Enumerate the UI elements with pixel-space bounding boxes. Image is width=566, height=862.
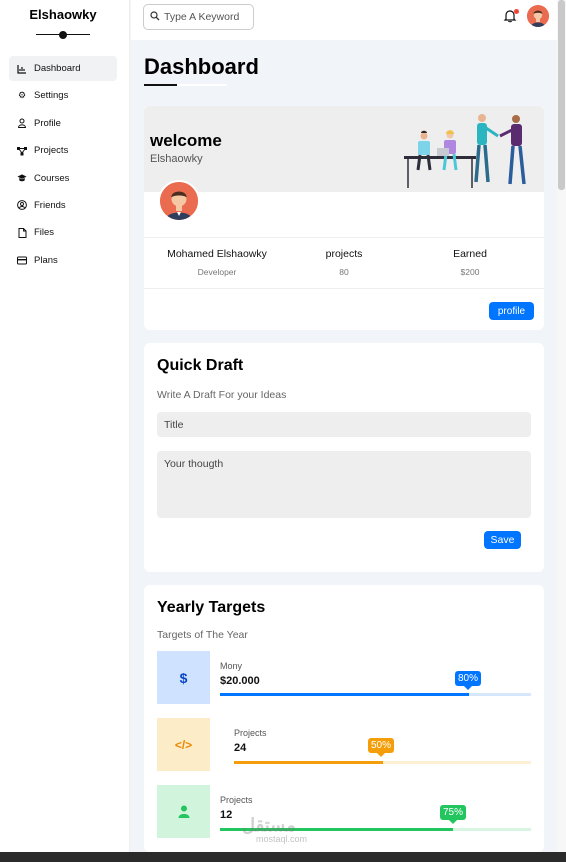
target-progress-track — [234, 761, 531, 764]
welcome-card: welcome Elshaowky Mohamed Elshaowky Deve… — [144, 106, 544, 330]
code-icon: </> — [157, 718, 210, 771]
sidebar-item-dashboard[interactable]: Dashboard — [9, 56, 117, 81]
sidebar-item-label: Files — [34, 227, 55, 239]
sidebar-item-settings[interactable]: ⚙ Settings — [9, 83, 117, 108]
sidebar-item-files[interactable]: Files — [9, 220, 117, 245]
welcome-username: Elshaowky — [150, 153, 203, 165]
avatar[interactable] — [527, 5, 549, 27]
sidebar-nav: Dashboard ⚙ Settings Profile Projects Co… — [9, 56, 117, 275]
top-header — [131, 0, 557, 40]
gear-icon: ⚙ — [17, 90, 27, 101]
search-box[interactable] — [143, 4, 254, 30]
graduation-cap-icon — [17, 173, 27, 183]
user-icon — [157, 785, 210, 838]
notification-dot — [514, 9, 519, 14]
stat-projects: projects 80 — [314, 248, 374, 277]
scrollbar-thumb[interactable] — [558, 0, 565, 190]
draft-title-field[interactable]: Title — [157, 412, 531, 437]
sidebar-item-plans[interactable]: Plans — [9, 248, 117, 273]
stat-label: Earned — [453, 248, 487, 260]
target-value: 24 — [234, 742, 247, 754]
brand-underline-dot — [59, 31, 67, 39]
chart-icon — [17, 64, 27, 74]
sidebar-item-projects[interactable]: Projects — [9, 138, 117, 163]
draft-title: Quick Draft — [157, 357, 244, 374]
save-button[interactable]: Save — [484, 531, 521, 549]
stat-value: 80 — [339, 267, 349, 277]
sidebar-item-label: Friends — [34, 199, 66, 211]
stat-earned: Earned $200 — [440, 248, 500, 277]
target-label: Projects — [234, 728, 267, 738]
target-percent-badge: 75% — [440, 805, 467, 824]
watermark-url: mostaql.com — [256, 834, 308, 844]
divider — [144, 237, 544, 238]
target-progress-fill — [220, 693, 469, 696]
target-progress-track — [220, 693, 531, 696]
target-label: Mony — [220, 661, 243, 671]
sidebar-item-profile[interactable]: Profile — [9, 111, 117, 136]
target-label: Projects — [220, 795, 253, 805]
welcome-avatar — [158, 180, 200, 222]
sidebar-item-label: Settings — [34, 90, 69, 102]
sidebar-item-label: Plans — [34, 254, 58, 266]
target-value: 12 — [220, 809, 233, 821]
sidebar-item-label: Dashboard — [34, 63, 81, 74]
brand-name: Elshaowky — [29, 7, 97, 22]
target-value: $20.000 — [220, 675, 260, 687]
stat-name: Mohamed Elshaowky Developer — [164, 248, 270, 277]
welcome-title: welcome — [150, 131, 222, 150]
diagram-icon — [17, 146, 27, 156]
quick-draft-card: Quick Draft Write A Draft For your Ideas… — [144, 343, 544, 572]
sidebar-item-label: Projects — [34, 145, 69, 157]
divider — [144, 288, 544, 289]
bottom-bar — [0, 852, 566, 862]
search-input[interactable] — [164, 11, 250, 23]
user-icon — [17, 118, 27, 129]
title-underline — [144, 84, 177, 86]
stat-value: Developer — [197, 267, 237, 277]
sidebar-item-label: Courses — [34, 172, 70, 184]
profile-button[interactable]: profile — [489, 302, 534, 320]
dollar-icon: $ — [157, 651, 210, 704]
yearly-targets-card: Yearly Targets Targets of The Year $ Mon… — [144, 585, 544, 852]
targets-title: Yearly Targets — [157, 599, 266, 616]
page-title: Dashboard — [144, 54, 259, 79]
file-icon — [17, 227, 27, 238]
target-percent-badge: 50% — [368, 738, 395, 757]
sidebar-item-courses[interactable]: Courses — [9, 166, 117, 191]
target-percent-badge: 80% — [455, 671, 482, 690]
targets-subtitle: Targets of The Year — [157, 629, 248, 641]
draft-subtitle: Write A Draft For your Ideas — [157, 389, 287, 401]
draft-body-field[interactable]: Your thougth — [157, 451, 531, 518]
sidebar: Elshaowky Dashboard ⚙ Settings Profile P… — [0, 0, 130, 852]
credit-card-icon — [17, 255, 27, 265]
target-progress-fill — [234, 761, 383, 764]
search-icon — [150, 8, 160, 26]
title-underline-light — [177, 84, 227, 86]
user-circle-icon — [17, 200, 27, 211]
sidebar-item-friends[interactable]: Friends — [9, 193, 117, 218]
sidebar-item-label: Profile — [34, 117, 61, 129]
team-illustration — [404, 114, 526, 188]
stat-label: projects — [325, 248, 363, 260]
stat-value: $200 — [460, 267, 480, 277]
watermark-logo: مستقل — [242, 815, 296, 835]
stat-label: Mohamed Elshaowky — [167, 248, 267, 260]
